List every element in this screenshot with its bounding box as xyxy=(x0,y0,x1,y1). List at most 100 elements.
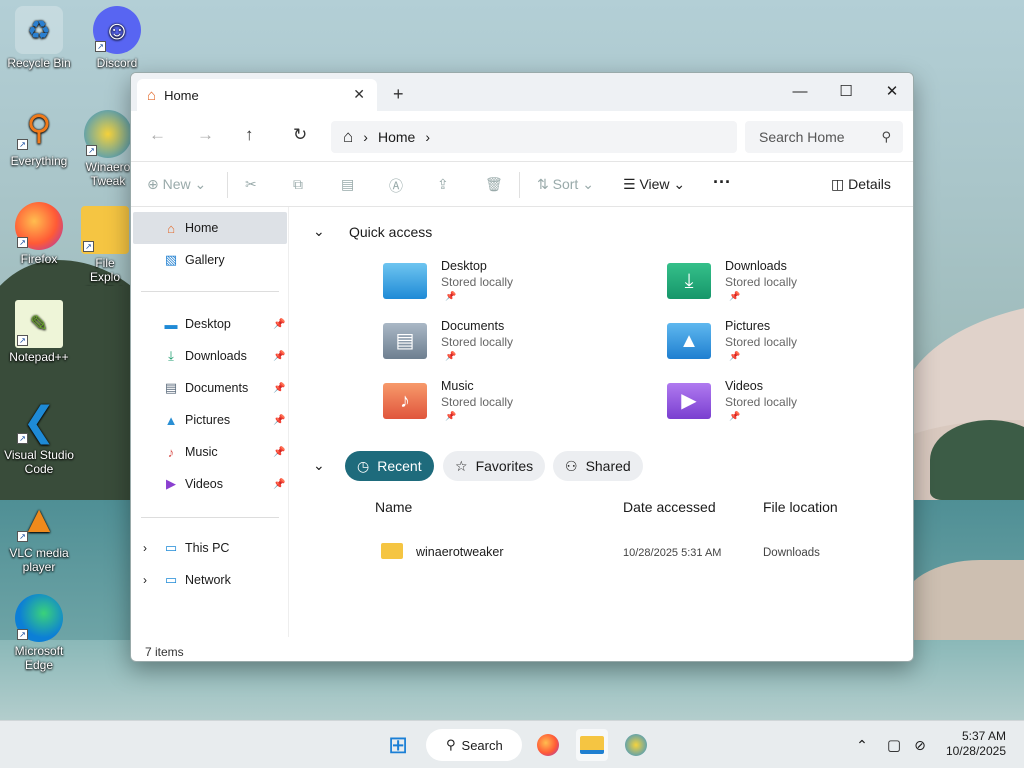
rename-icon[interactable]: Ⓐ xyxy=(389,176,403,196)
nav-item-downloads[interactable]: ⤓ Downloads xyxy=(163,345,247,367)
desktop-icon-notepadpp[interactable]: ✎ ↗ Notepad++ xyxy=(2,300,76,364)
nav-item-desktop[interactable]: ▬ Desktop xyxy=(163,313,231,335)
downloads-icon: ⤓ xyxy=(168,348,174,363)
network-status-icon[interactable]: ⊘ xyxy=(904,729,936,761)
maximize-button[interactable]: ☐ xyxy=(823,77,869,105)
start-icon[interactable]: ⊞ xyxy=(382,729,414,761)
quick-access-desktop[interactable]: Desktop Stored locally 📌 xyxy=(383,259,623,315)
desktop-icon-firefox[interactable]: ↗ Firefox xyxy=(2,202,76,266)
quick-access-heading[interactable]: Quick access xyxy=(349,224,432,240)
taskbar-search[interactable]: ⚲ Search xyxy=(426,729,522,761)
pictures-folder-icon: ▲ xyxy=(667,323,711,359)
view-button[interactable]: ☰ View ⌄ xyxy=(623,176,685,193)
pin-icon[interactable]: 📌 xyxy=(273,447,285,458)
desktop-icon-recycle-bin[interactable]: ♻ Recycle Bin xyxy=(2,6,76,70)
collapse-chevron-icon[interactable]: ⌄ xyxy=(313,457,325,474)
details-button[interactable]: ◫ Details xyxy=(831,176,891,193)
quick-access-downloads[interactable]: ⤓ Downloads Stored locally 📌 xyxy=(667,259,907,315)
winaero-taskbar-icon[interactable] xyxy=(620,729,652,761)
pin-icon[interactable]: 📌 xyxy=(273,479,285,490)
chevron-right-icon[interactable]: › xyxy=(425,129,430,145)
nav-item-music[interactable]: ♪ Music xyxy=(163,441,218,463)
nav-item-videos[interactable]: ▶ Videos xyxy=(163,473,223,495)
nav-item-this-pc[interactable]: ▭ This PC xyxy=(163,537,230,559)
column-header-date[interactable]: Date accessed xyxy=(623,499,716,515)
paste-icon[interactable]: ▤ xyxy=(341,176,354,193)
quick-access-videos[interactable]: ▶ Videos Stored locally 📌 xyxy=(667,379,907,435)
quick-access-music[interactable]: ♪ Music Stored locally 📌 xyxy=(383,379,623,435)
desktop-icon-edge[interactable]: ↗ Microsoft Edge xyxy=(2,594,76,672)
chevron-up-icon[interactable]: ⌃ xyxy=(846,729,878,761)
search-input[interactable]: Search Home ⚲ xyxy=(745,121,903,153)
back-icon[interactable]: ← xyxy=(149,125,166,145)
pin-icon[interactable]: 📌 xyxy=(273,319,285,330)
expand-chevron-icon[interactable]: › xyxy=(143,541,147,555)
desktop-icon-file-explorer[interactable]: ↗ File Explo (No Tab xyxy=(80,206,130,286)
desktop-folder-icon xyxy=(383,263,427,299)
videos-folder-icon: ▶ xyxy=(667,383,711,419)
close-tab-icon[interactable]: ✕ xyxy=(353,86,365,103)
home-icon: ⌂ xyxy=(167,220,175,236)
desktop-icon-winaero[interactable]: ↗ Winaero Tweak xyxy=(80,110,136,190)
filter-favorites-button[interactable]: ☆ Favorites xyxy=(443,451,546,481)
people-icon: ⚇ xyxy=(565,457,578,474)
nav-item-documents[interactable]: ▤ Documents xyxy=(163,377,248,399)
tab-title: Home xyxy=(164,87,199,103)
breadcrumb-home[interactable]: Home xyxy=(378,129,415,145)
navigation-pane: ⌂ Home ▧ Gallery ▬ Desktop 📌 ⤓ Downloads 📌 ▤… xyxy=(131,207,289,637)
discord-icon: ☺ ↗ xyxy=(93,6,141,54)
column-header-location[interactable]: File location xyxy=(763,499,838,515)
desktop-icon-discord[interactable]: ☺ ↗ Discord xyxy=(80,6,154,70)
gallery-icon: ▧ xyxy=(164,252,178,267)
file-explorer-window: ⌂ Home ✕ + — ☐ ✕ ← → ↑ ↻ ⌂ › Home › Sear… xyxy=(130,72,914,662)
nav-item-network[interactable]: ▭ Network xyxy=(163,569,231,591)
breadcrumb[interactable]: ⌂ › Home › xyxy=(331,121,737,153)
clock[interactable]: 5:37 AM 10/28/2025 xyxy=(946,729,1006,759)
sort-button[interactable]: ⇅ Sort ⌄ xyxy=(537,176,594,193)
refresh-icon[interactable]: ↻ xyxy=(293,125,307,145)
copy-icon[interactable]: ⧉ xyxy=(293,176,303,193)
desktop-icon-vscode[interactable]: ❮ ↗ Visual Studio Code xyxy=(2,398,76,476)
pin-icon[interactable]: 📌 xyxy=(273,415,285,426)
notepadpp-icon: ✎ ↗ xyxy=(15,300,63,348)
folder-icon xyxy=(381,543,403,559)
pin-icon: 📌 xyxy=(729,291,741,301)
more-options-icon[interactable]: ··· xyxy=(713,172,731,193)
edge-icon: ↗ xyxy=(15,594,63,642)
new-tab-button[interactable]: + xyxy=(393,84,404,105)
desktop-icon-everything[interactable]: ⚲ ↗ Everything xyxy=(2,104,76,168)
documents-folder-icon: ▤ xyxy=(383,323,427,359)
expand-chevron-icon[interactable]: › xyxy=(143,573,147,587)
row-name: winaerotweaker xyxy=(416,545,504,559)
nav-item-home[interactable]: ⌂ Home xyxy=(163,217,218,239)
filter-recent-button[interactable]: ◷ Recent xyxy=(345,451,434,481)
quick-access-documents[interactable]: ▤ Documents Stored locally 📌 xyxy=(383,319,623,375)
folder-icon: ↗ xyxy=(81,206,129,254)
collapse-chevron-icon[interactable]: ⌄ xyxy=(313,223,325,240)
column-header-name[interactable]: Name xyxy=(375,499,412,515)
pin-icon: 📌 xyxy=(445,291,457,301)
forward-icon[interactable]: → xyxy=(197,125,214,145)
cut-icon[interactable]: ✂ xyxy=(245,176,257,193)
share-icon[interactable]: ⇪ xyxy=(437,176,449,193)
home-breadcrumb-icon[interactable]: ⌂ xyxy=(343,127,353,147)
pin-icon: 📌 xyxy=(445,411,457,421)
minimize-button[interactable]: — xyxy=(777,77,823,105)
firefox-taskbar-icon[interactable] xyxy=(532,729,564,761)
vlc-icon: ▲ ↗ xyxy=(15,496,63,544)
nav-item-gallery[interactable]: ▧ Gallery xyxy=(163,249,225,271)
new-button[interactable]: ⊕ New ⌄ xyxy=(147,176,206,193)
pin-icon[interactable]: 📌 xyxy=(273,383,285,394)
filter-shared-button[interactable]: ⚇ Shared xyxy=(553,451,643,481)
delete-icon[interactable]: 🗑 xyxy=(485,176,503,193)
tab-home[interactable]: ⌂ Home ✕ xyxy=(137,79,377,111)
documents-icon: ▤ xyxy=(164,380,178,395)
desktop-icon-vlc[interactable]: ▲ ↗ VLC media player xyxy=(2,496,76,574)
pin-icon[interactable]: 📌 xyxy=(273,351,285,362)
close-window-button[interactable]: ✕ xyxy=(869,77,913,105)
main-content: ⌄ Quick access Desktop Stored locally 📌 … xyxy=(291,207,913,637)
nav-item-pictures[interactable]: ▲ Pictures xyxy=(163,409,231,431)
quick-access-pictures[interactable]: ▲ Pictures Stored locally 📌 xyxy=(667,319,907,375)
file-explorer-taskbar-icon[interactable] xyxy=(576,729,608,761)
up-icon[interactable]: ↑ xyxy=(245,125,254,145)
